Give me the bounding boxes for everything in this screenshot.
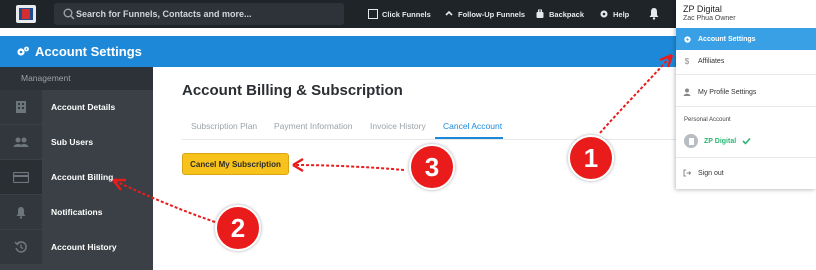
sidebar-item-label: Notifications	[51, 207, 103, 217]
funnel-grid-icon	[368, 9, 378, 19]
building-icon	[16, 101, 26, 113]
sidebar-item-notifications[interactable]: Notifications	[0, 195, 153, 229]
gear-icon	[683, 35, 691, 43]
nav-help-label: Help	[613, 9, 630, 19]
account-avatar	[684, 134, 698, 148]
account-name: ZP Digital	[683, 4, 722, 14]
menu-account-settings-label: Account Settings	[698, 35, 756, 43]
sidebar-item-account-history[interactable]: Account History	[0, 230, 153, 264]
tab-payment-information[interactable]: Payment Information	[274, 121, 352, 131]
sidebar-item-account-details[interactable]: Account Details	[0, 90, 153, 124]
bell-icon	[16, 206, 26, 219]
gears-icon	[17, 46, 29, 56]
sign-out-icon	[683, 169, 691, 177]
nav-followup-funnels[interactable]: Follow-Up Funnels	[444, 0, 525, 28]
card-icon	[13, 171, 29, 183]
menu-sign-out-label: Sign out	[698, 169, 724, 177]
section-title: Account Billing & Subscription	[182, 82, 403, 99]
nav-backpack-label: Backpack	[549, 9, 585, 19]
tab-invoice-history[interactable]: Invoice History	[370, 121, 426, 131]
sidebar-item-label: Account Details	[51, 102, 116, 112]
nav-help[interactable]: Help	[599, 0, 629, 28]
menu-divider	[676, 157, 816, 158]
menu-affiliates-label: Affiliates	[698, 57, 725, 65]
sidebar-item-label: Sub Users	[51, 137, 94, 147]
notification-bell-icon[interactable]	[648, 7, 660, 20]
sidebar-item-label: Account History	[51, 242, 117, 252]
page-title: Account Settings	[35, 44, 142, 59]
tab-subscription-plan[interactable]: Subscription Plan	[191, 121, 257, 131]
menu-divider	[676, 106, 816, 107]
menu-my-profile-label: My Profile Settings	[698, 88, 757, 96]
menu-account-settings[interactable]: Account Settings	[676, 28, 816, 50]
sidebar-section-label: Management	[0, 67, 153, 90]
active-tab-indicator	[435, 137, 503, 139]
search-input[interactable]	[76, 3, 336, 25]
clickfunnels-logo[interactable]	[16, 5, 36, 23]
backpack-icon	[536, 9, 544, 18]
menu-divider	[676, 74, 816, 75]
sidebar: Management Account Details Sub Users Acc…	[0, 67, 153, 270]
user-icon	[683, 88, 691, 96]
menu-sign-out[interactable]: Sign out	[676, 162, 816, 184]
gear-icon	[600, 10, 608, 18]
nav-click-funnels-label: Click Funnels	[382, 9, 431, 19]
personal-account-label: Personal Account	[684, 117, 731, 123]
account-dropdown: ZP Digital Zac Phua Owner Account Settin…	[676, 0, 816, 189]
tab-cancel-account[interactable]: Cancel Account	[443, 121, 502, 131]
sidebar-item-account-billing[interactable]: Account Billing	[0, 160, 153, 194]
menu-affiliates[interactable]: $ Affiliates	[676, 50, 816, 72]
annotation-step-3: 3	[409, 144, 455, 190]
checkmark-icon	[742, 137, 751, 145]
menu-my-profile-settings[interactable]: My Profile Settings	[676, 81, 816, 103]
account-owner-label: Zac Phua Owner	[683, 15, 736, 22]
dollar-icon: $	[684, 56, 690, 66]
annotation-step-1: 1	[568, 135, 614, 181]
annotation-arrow-3	[292, 164, 405, 171]
nav-backpack[interactable]: Backpack	[535, 0, 584, 28]
nav-click-funnels[interactable]: Click Funnels	[368, 0, 431, 28]
cancel-subscription-button[interactable]: Cancel My Subscription	[182, 153, 289, 175]
search-box[interactable]	[54, 3, 344, 25]
history-icon	[14, 241, 27, 253]
users-icon	[13, 137, 29, 147]
sidebar-item-label: Account Billing	[51, 172, 114, 182]
account-switch-label: ZP Digital	[704, 137, 737, 145]
annotation-step-2: 2	[215, 205, 261, 251]
chevron-up-icon	[445, 10, 453, 16]
account-switch-zp-digital[interactable]: ZP Digital	[684, 134, 751, 148]
search-icon	[63, 8, 75, 20]
billing-tabs: Subscription Plan Payment Information In…	[182, 118, 682, 140]
sidebar-item-sub-users[interactable]: Sub Users	[0, 125, 153, 159]
nav-followup-funnels-label: Follow-Up Funnels	[458, 9, 526, 19]
